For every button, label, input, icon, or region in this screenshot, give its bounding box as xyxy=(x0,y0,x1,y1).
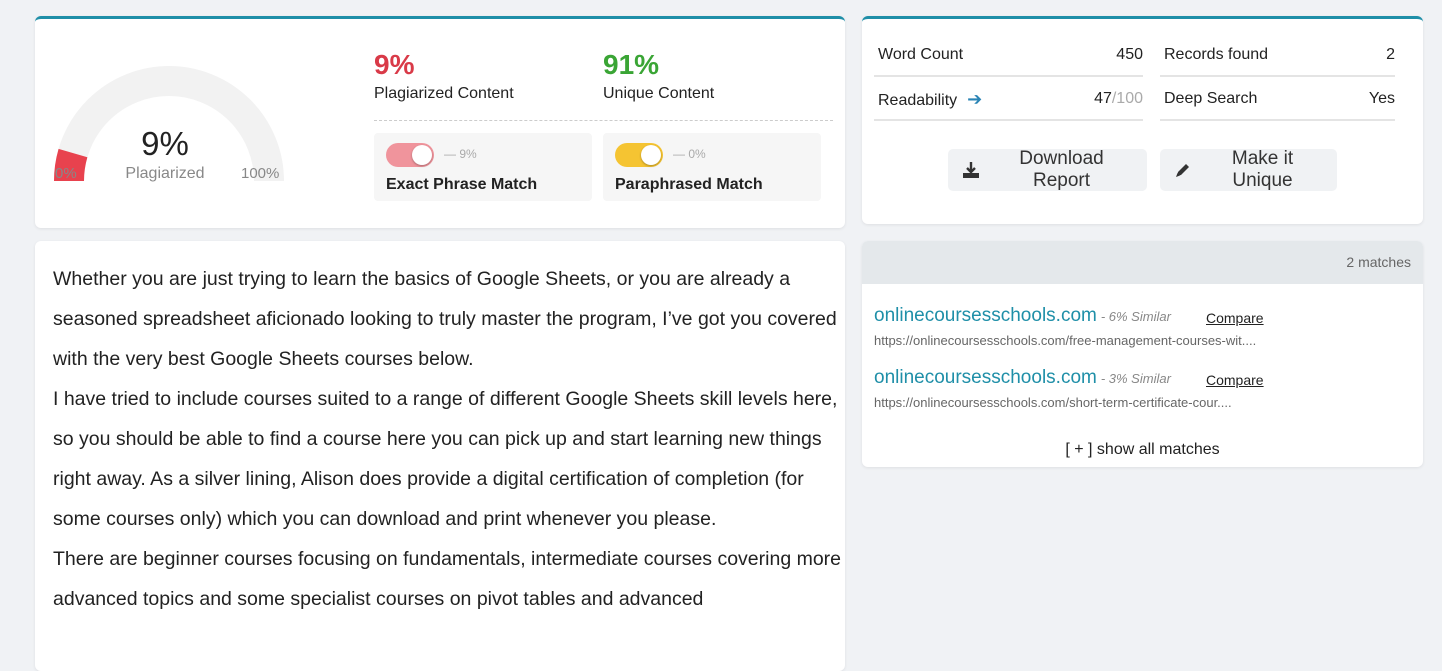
exact-match-box: — 9% Exact Phrase Match xyxy=(374,133,592,201)
deep-search-label: Deep Search xyxy=(1164,90,1258,107)
plagiarism-summary-card: 9% Plagiarized 0% 100% 9% Plagiarized Co… xyxy=(35,16,845,228)
match-source: onlinecoursesschools.com - 6% Similar xyxy=(874,305,1414,327)
exact-match-label: Exact Phrase Match xyxy=(386,176,538,193)
pencil-icon xyxy=(1174,161,1192,179)
plagiarized-stat: 9% Plagiarized Content xyxy=(374,49,514,103)
toggle-knob xyxy=(641,145,661,165)
records-label: Records found xyxy=(1164,46,1269,63)
match-item: onlinecoursesschools.com - 6% Similar Com… xyxy=(874,305,1414,348)
gauge-max-label: 100% xyxy=(241,165,280,182)
download-report-label: Download Report xyxy=(1019,148,1104,191)
match-item: onlinecoursesschools.com - 3% Similar Com… xyxy=(874,367,1414,410)
stats-card: Word Count 450 Records found 2 Readabili… xyxy=(862,16,1423,224)
stat-divider xyxy=(374,120,833,121)
arrow-right-icon[interactable]: ➔ xyxy=(967,79,982,119)
records-value: 2 xyxy=(1386,46,1395,63)
make-it-unique-button[interactable]: Make it Unique xyxy=(1160,148,1337,191)
show-all-matches-link[interactable]: [ + ] show all matches xyxy=(862,441,1423,459)
content-paragraph: Whether you are just trying to learn the… xyxy=(53,268,837,370)
exact-match-toggle[interactable] xyxy=(386,143,434,167)
deep-search-row: Deep Search Yes xyxy=(1160,79,1395,121)
content-paragraph: There are beginner courses focusing on f… xyxy=(53,548,842,610)
readability-key: Readability ➔ xyxy=(878,79,982,121)
match-domain-link[interactable]: onlinecoursesschools.com xyxy=(874,367,1097,388)
gauge-value: 9% xyxy=(141,125,189,162)
match-domain-link[interactable]: onlinecoursesschools.com xyxy=(874,305,1097,326)
readability-score: 47/100 xyxy=(1094,79,1143,119)
match-similarity: - 3% Similar xyxy=(1100,371,1171,386)
match-similarity: - 6% Similar xyxy=(1100,309,1171,324)
match-url: https://onlinecoursesschools.com/free-ma… xyxy=(874,333,1257,348)
match-url: https://onlinecoursesschools.com/short-t… xyxy=(874,395,1232,410)
records-row: Records found 2 xyxy=(1160,35,1395,77)
exact-match-percent: — 9% xyxy=(444,147,477,161)
match-source: onlinecoursesschools.com - 3% Similar xyxy=(874,367,1414,389)
readability-value: 47 xyxy=(1094,90,1112,107)
readability-max: /100 xyxy=(1111,90,1143,107)
compare-link[interactable]: Compare xyxy=(1206,310,1264,326)
content-text: Whether you are just trying to learn the… xyxy=(53,259,843,619)
word-count-label: Word Count xyxy=(878,46,964,63)
plagiarized-label: Plagiarized Content xyxy=(374,85,514,102)
download-report-button[interactable]: Download Report xyxy=(948,148,1147,191)
paraphrased-match-percent: — 0% xyxy=(673,147,706,161)
readability-row: Readability ➔ 47/100 xyxy=(874,79,1143,121)
paraphrased-match-label: Paraphrased Match xyxy=(615,176,763,193)
paraphrased-match-box: — 0% Paraphrased Match xyxy=(603,133,821,201)
word-count-row: Word Count 450 xyxy=(874,35,1143,77)
gauge-caption: Plagiarized xyxy=(125,165,205,182)
deep-search-value: Yes xyxy=(1368,90,1395,107)
make-it-unique-label: Make it Unique xyxy=(1231,148,1294,191)
content-paragraph: I have tried to include courses suited t… xyxy=(53,388,838,530)
paraphrased-match-toggle[interactable] xyxy=(615,143,663,167)
gauge-min-label: 0% xyxy=(55,165,77,182)
readability-label: Readability xyxy=(878,92,958,109)
unique-stat: 91% Unique Content xyxy=(603,49,714,103)
download-icon xyxy=(962,161,980,179)
compare-link[interactable]: Compare xyxy=(1206,372,1264,388)
plagiarized-percent: 9% xyxy=(374,49,415,80)
toggle-knob xyxy=(412,145,432,165)
content-card: Whether you are just trying to learn the… xyxy=(35,241,845,671)
word-count-value: 450 xyxy=(1116,46,1143,63)
matches-card: 2 matches onlinecoursesschools.com - 6% S… xyxy=(862,241,1423,467)
unique-label: Unique Content xyxy=(603,85,715,102)
unique-percent: 91% xyxy=(603,49,660,80)
matches-header: 2 matches xyxy=(862,241,1423,284)
matches-count: 2 matches xyxy=(1346,254,1411,270)
